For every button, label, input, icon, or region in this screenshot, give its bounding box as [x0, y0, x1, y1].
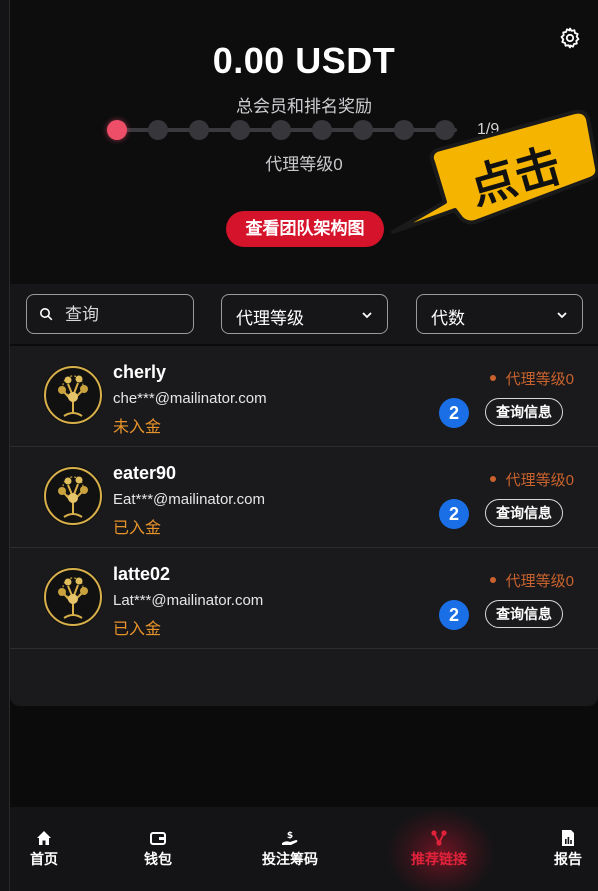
progress-step [353, 120, 373, 140]
nav-label: 钱包 [144, 851, 172, 867]
member-level: 代理等级0 [489, 570, 574, 591]
deposit-status: 已入金 [113, 621, 162, 638]
member-username: latte02 [113, 564, 171, 584]
progress-step-active [107, 120, 127, 140]
generation-badge: 2 [439, 398, 469, 428]
list-item: eater90 Eat***@mailinator.com 已入金 代理等级0 … [10, 447, 598, 548]
deposit-status: 未入金 [113, 419, 162, 436]
member-level-text: 代理等级0 [505, 371, 574, 388]
generation-badge: 2 [439, 499, 469, 529]
app: 0.00 USDT 总会员和排名奖励 1/9 代理等级0 查看团队架构图 点击 [10, 0, 598, 891]
member-email: Lat***@mailinator.com [113, 592, 264, 609]
generation-select-value: 代数 [431, 309, 465, 328]
nav-item-chips[interactable]: $ 投注筹码 [256, 829, 324, 869]
chevron-down-icon [557, 312, 567, 319]
nav-label: 首页 [30, 851, 58, 867]
member-username: cherly [113, 362, 167, 382]
nav-label: 报告 [554, 851, 582, 867]
nav-item-home[interactable]: 首页 [24, 829, 64, 869]
list-item: cherly che***@mailinator.com 未入金 代理等级0 2… [10, 346, 598, 447]
member-username: eater90 [113, 463, 177, 483]
avatar [43, 567, 103, 627]
member-level: 代理等级0 [489, 469, 574, 490]
nav-label: 推荐链接 [411, 851, 467, 867]
report-icon [562, 830, 574, 846]
search-box[interactable] [26, 294, 194, 334]
view-team-chart-button[interactable]: 查看团队架构图 [226, 211, 384, 247]
level-bullet [489, 476, 496, 483]
avatar [43, 365, 103, 425]
click-callout: 点击 [391, 110, 598, 234]
agent-level-select-value: 代理等级 [236, 309, 304, 328]
filter-bar: 代理等级 代数 [10, 284, 598, 344]
chips-icon: $ [282, 831, 298, 845]
level-bullet [489, 577, 496, 584]
svg-text:$: $ [287, 831, 293, 841]
member-email: che***@mailinator.com [113, 390, 267, 407]
left-edge [0, 0, 10, 891]
chevron-down-icon [362, 312, 372, 319]
query-info-button[interactable]: 查询信息 [485, 600, 563, 628]
list-item: latte02 Lat***@mailinator.com 已入金 代理等级0 … [10, 548, 598, 649]
bottom-nav: 首页 钱包 $ 投注筹码 推荐链接 报告 [10, 807, 598, 891]
deposit-status: 已入金 [113, 520, 162, 537]
progress-step [148, 120, 168, 140]
member-list: cherly che***@mailinator.com 未入金 代理等级0 2… [10, 346, 598, 706]
generation-select[interactable]: 代数 [416, 294, 583, 334]
agent-level-select[interactable]: 代理等级 [221, 294, 388, 334]
nav-item-referral[interactable]: 推荐链接 [405, 829, 473, 869]
member-level-text: 代理等级0 [505, 472, 574, 489]
query-info-button[interactable]: 查询信息 [485, 499, 563, 527]
nav-item-wallet[interactable]: 钱包 [138, 829, 178, 869]
member-level: 代理等级0 [489, 368, 574, 389]
progress-step [271, 120, 291, 140]
referral-icon [431, 830, 447, 846]
gear-icon[interactable] [558, 26, 582, 50]
level-bullet [489, 375, 496, 382]
query-info-button[interactable]: 查询信息 [485, 398, 563, 426]
search-icon [40, 308, 53, 321]
wallet-icon [150, 832, 166, 845]
generation-badge: 2 [439, 600, 469, 630]
progress-step [230, 120, 250, 140]
progress-step [312, 120, 332, 140]
nav-item-report[interactable]: 报告 [550, 829, 586, 869]
search-input[interactable] [65, 301, 185, 329]
progress-step [189, 120, 209, 140]
avatar [43, 466, 103, 526]
home-icon [37, 831, 51, 845]
member-level-text: 代理等级0 [505, 573, 574, 590]
nav-label: 投注筹码 [262, 851, 318, 867]
member-email: Eat***@mailinator.com [113, 491, 265, 508]
total-amount: 0.00 USDT [212, 40, 396, 81]
